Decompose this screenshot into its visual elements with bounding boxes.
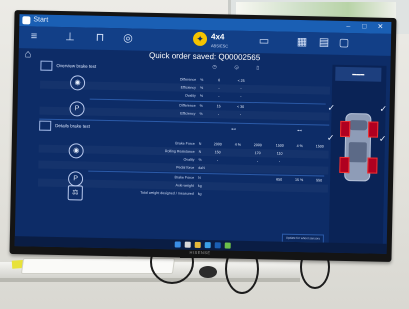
browser-icon[interactable] <box>204 242 211 249</box>
app-taskbar-icon[interactable] <box>224 242 231 249</box>
minimize-button[interactable]: – <box>341 21 355 33</box>
maximize-button[interactable]: □ <box>357 21 371 33</box>
folder-icon[interactable] <box>194 241 201 248</box>
stopwatch-icon: ◶ <box>234 64 239 71</box>
wheel-front-right[interactable] <box>368 121 379 138</box>
vehicle-panel: ▬▬▬ ✓ ✓ ✓ ✓ <box>327 64 388 250</box>
mode-indicator: 4x4 ABS/ESC <box>211 32 229 50</box>
clipboard-icon: ▯ <box>256 65 260 72</box>
overview-header: Overview brake test <box>40 60 97 72</box>
start-icon[interactable] <box>174 241 181 248</box>
wheel-rear-right[interactable] <box>367 157 378 174</box>
mode-subtitle: ABS/ESC <box>210 43 229 49</box>
save-icon[interactable]: ▢ <box>337 36 351 50</box>
brand-logo: ▬▬▬ <box>335 66 382 82</box>
wheel-rear-left[interactable] <box>339 156 350 174</box>
axle-rear-icon: ⊷ <box>297 127 303 135</box>
document-icon[interactable]: ▤ <box>317 35 331 49</box>
screen: Start – □ ✕ ≡ ⊥ ⊓ ◎ ✦ 4x4 ABS/ESC ▭ ▦ ▤ … <box>14 14 392 254</box>
vehicle-hood <box>349 120 368 131</box>
menu-icon[interactable]: ≡ <box>27 29 41 43</box>
search-icon[interactable] <box>184 241 191 248</box>
check-icon: ✓ <box>379 103 388 114</box>
check-icon: ✓ <box>378 133 387 144</box>
close-button[interactable]: ✕ <box>373 22 387 34</box>
details-header: Details brake test <box>39 120 90 132</box>
results-area: Overview brake test ◷ ◶ ▯ ◉ P Difference… <box>37 60 331 247</box>
settings-wheel-icon[interactable]: ◎ <box>121 31 135 45</box>
details-icon <box>39 120 52 131</box>
printer-icon[interactable]: ▭ <box>257 34 271 48</box>
axle-front-icon: ⊷ <box>231 126 237 133</box>
calculator-icon[interactable]: ▦ <box>295 35 309 49</box>
overview-title: Overview brake test <box>56 63 97 69</box>
overview-icon <box>40 60 53 71</box>
monitor: Start – □ ✕ ≡ ⊥ ⊓ ◎ ✦ 4x4 ABS/ESC ▭ ▦ ▤ … <box>9 10 397 262</box>
app-logo-icon <box>22 16 31 25</box>
mouse <box>199 266 217 278</box>
mode-badge-icon[interactable]: ✦ <box>192 31 208 47</box>
timer-icon: ◷ <box>212 64 217 71</box>
monitor-brand: HISENSE <box>189 249 211 256</box>
app-title: Start <box>33 16 49 24</box>
vehicle-roof <box>348 142 367 163</box>
details-title: Details brake test <box>55 123 90 129</box>
mode-title: 4x4 <box>210 32 225 42</box>
app-taskbar-icon[interactable] <box>214 242 221 249</box>
wheel-front-left[interactable] <box>340 120 351 138</box>
brake-test-icon[interactable]: ⊥ <box>63 30 77 44</box>
axle-icon[interactable]: ⊓ <box>93 31 107 45</box>
